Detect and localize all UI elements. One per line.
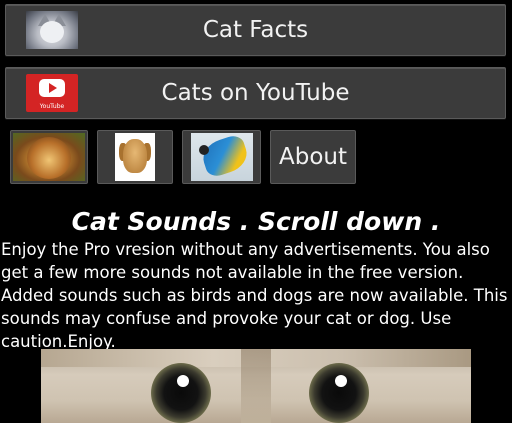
description-text: Enjoy the Pro vresion without any advert… xyxy=(1,240,508,351)
cat-facts-label: Cat Facts xyxy=(202,17,309,43)
dog-photo-icon xyxy=(115,133,155,181)
cat-facts-button[interactable]: Cat Facts xyxy=(5,4,506,56)
app-screen: Cat Facts YouTube Cats on YouTube About … xyxy=(0,0,512,423)
parrot-photo-icon xyxy=(190,133,253,181)
cat-photo-icon xyxy=(26,11,78,49)
lion-sounds-button[interactable] xyxy=(10,130,88,184)
page-heading: Cat Sounds . Scroll down . xyxy=(71,207,441,236)
youtube-logo-icon: YouTube xyxy=(26,74,78,112)
youtube-logo-text: YouTube xyxy=(39,103,65,110)
parrot-sounds-button[interactable] xyxy=(182,130,261,184)
dog-sounds-button[interactable] xyxy=(97,130,173,184)
cats-on-youtube-label: Cats on YouTube xyxy=(161,80,350,106)
kitten-photo xyxy=(41,349,471,423)
cats-on-youtube-button[interactable]: YouTube Cats on YouTube xyxy=(5,67,506,119)
about-label: About xyxy=(278,144,347,170)
about-button[interactable]: About xyxy=(270,130,356,184)
lion-photo-icon xyxy=(13,133,85,181)
